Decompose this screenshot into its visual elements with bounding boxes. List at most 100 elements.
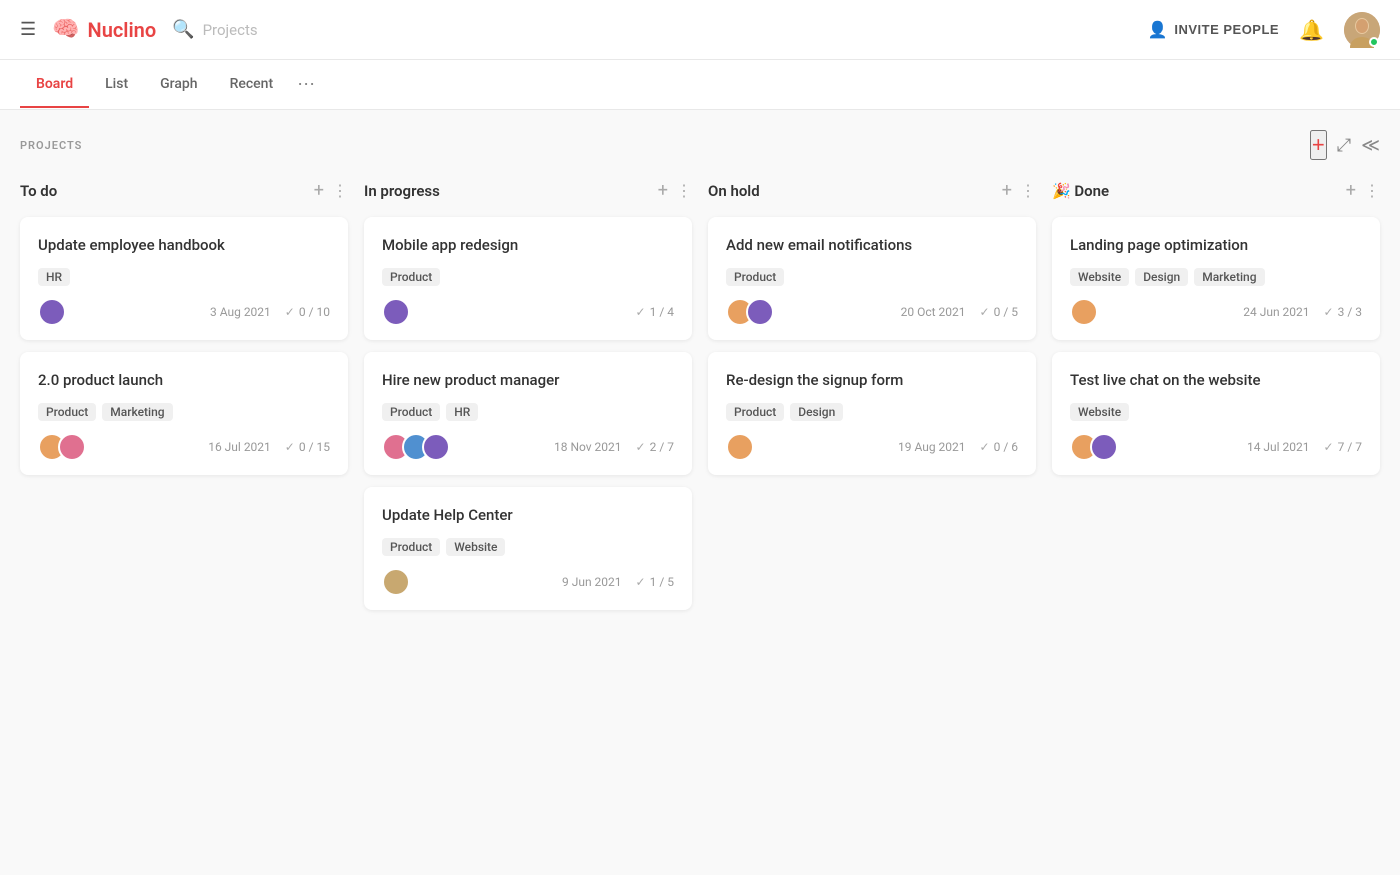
card-tasks: ✓ 3 / 3 bbox=[1324, 305, 1362, 319]
card-avatars bbox=[1070, 298, 1098, 326]
checkmark-icon: ✓ bbox=[980, 305, 990, 319]
column-add-button-todo[interactable]: + bbox=[314, 180, 324, 201]
column-more-button-onhold[interactable]: ⋮ bbox=[1020, 181, 1036, 200]
card[interactable]: Test live chat on the websiteWebsite14 J… bbox=[1052, 352, 1380, 475]
card-tag: Product bbox=[382, 538, 440, 556]
card-meta: 24 Jun 2021 ✓ 3 / 3 bbox=[1243, 305, 1362, 319]
column-header-inprogress: In progress + ⋮ bbox=[364, 176, 692, 205]
card-tasks: ✓ 1 / 5 bbox=[636, 575, 674, 589]
search-area[interactable]: 🔍 Projects bbox=[172, 19, 257, 40]
checkmark-icon: ✓ bbox=[1324, 305, 1334, 319]
card-date: 19 Aug 2021 bbox=[898, 440, 966, 454]
card-tag: Product bbox=[726, 268, 784, 286]
expand-button[interactable]: ⤢ bbox=[1337, 135, 1351, 156]
checkmark-icon: ✓ bbox=[980, 440, 990, 454]
board-area: PROJECTS + ⤢ ≪ To do + ⋮ Update employee… bbox=[0, 110, 1400, 864]
card-avatars bbox=[726, 298, 774, 326]
column-title-inprogress: In progress bbox=[364, 182, 440, 200]
card-tag: Product bbox=[382, 268, 440, 286]
column-title-onhold: On hold bbox=[708, 182, 760, 200]
card-date: 24 Jun 2021 bbox=[1243, 305, 1309, 319]
avatar bbox=[746, 298, 774, 326]
avatar bbox=[1090, 433, 1118, 461]
avatar bbox=[382, 298, 410, 326]
card-footer: 3 Aug 2021 ✓ 0 / 10 bbox=[38, 298, 330, 326]
column-add-button-done[interactable]: + bbox=[1346, 180, 1356, 201]
tab-graph[interactable]: Graph bbox=[144, 62, 213, 108]
card[interactable]: 2.0 product launch ProductMarketing 16 Jul… bbox=[20, 352, 348, 475]
card-tags: Product Website bbox=[382, 538, 674, 556]
card[interactable]: Hire new product managerProductHR18 Nov … bbox=[364, 352, 692, 475]
column-header-todo: To do + ⋮ bbox=[20, 176, 348, 205]
card-title: Mobile app redesign bbox=[382, 235, 674, 256]
card-date: 20 Oct 2021 bbox=[901, 305, 966, 319]
tab-recent[interactable]: Recent bbox=[214, 62, 290, 108]
column-done: 🎉 Done + ⋮ Landing page optimizationWebs… bbox=[1052, 176, 1380, 487]
card-title: 2.0 product launch bbox=[38, 370, 330, 391]
collapse-button[interactable]: ≪ bbox=[1361, 135, 1380, 156]
avatar bbox=[382, 568, 410, 596]
card[interactable]: Landing page optimizationWebsiteDesignMa… bbox=[1052, 217, 1380, 340]
card-meta: 18 Nov 2021✓ 2 / 7 bbox=[554, 440, 674, 454]
card-tags: HR bbox=[38, 268, 330, 286]
card-tags: WebsiteDesignMarketing bbox=[1070, 268, 1362, 286]
tab-board[interactable]: Board bbox=[20, 62, 89, 108]
card-date: 3 Aug 2021 bbox=[210, 305, 271, 319]
card-avatars bbox=[726, 433, 754, 461]
invite-label: INVITE PEOPLE bbox=[1174, 22, 1279, 37]
card-tag: Website bbox=[446, 538, 505, 556]
checkmark-icon: ✓ bbox=[285, 305, 295, 319]
column-more-button-todo[interactable]: ⋮ bbox=[332, 181, 348, 200]
column-title-todo: To do bbox=[20, 182, 57, 200]
checkmark-icon: ✓ bbox=[636, 305, 646, 319]
card-tag: HR bbox=[446, 403, 478, 421]
search-placeholder: Projects bbox=[203, 21, 258, 39]
card-avatars bbox=[382, 568, 410, 596]
notification-bell-icon[interactable]: 🔔 bbox=[1299, 18, 1324, 42]
card-title: Update Help Center bbox=[382, 505, 674, 526]
avatar bbox=[726, 433, 754, 461]
brain-icon: 🧠 bbox=[52, 17, 79, 42]
checkmark-icon: ✓ bbox=[285, 440, 295, 454]
card-tag: Design bbox=[790, 403, 843, 421]
app-header: ☰ 🧠 Nuclino 🔍 Projects 👤 INVITE PEOPLE 🔔 bbox=[0, 0, 1400, 60]
card-avatars bbox=[382, 433, 450, 461]
column-todo: To do + ⋮ Update employee handbookHR3 Au… bbox=[20, 176, 348, 487]
card-tasks: ✓ 0 / 5 bbox=[980, 305, 1018, 319]
card-footer: ✓ 1 / 4 bbox=[382, 298, 674, 326]
card-title: Re-design the signup form bbox=[726, 370, 1018, 391]
card-meta: 14 Jul 2021✓ 7 / 7 bbox=[1247, 440, 1362, 454]
card-avatars bbox=[1070, 433, 1118, 461]
card-tasks: ✓ 0 / 6 bbox=[980, 440, 1018, 454]
card[interactable]: Update Help Center Product Website 9 Jun 20… bbox=[364, 487, 692, 610]
card-tasks: ✓ 0 / 10 bbox=[285, 305, 330, 319]
card[interactable]: Update employee handbookHR3 Aug 2021✓ 0 … bbox=[20, 217, 348, 340]
avatar bbox=[38, 298, 66, 326]
column-add-button-inprogress[interactable]: + bbox=[658, 180, 668, 201]
tab-list[interactable]: List bbox=[89, 62, 144, 108]
invite-people-button[interactable]: 👤 INVITE PEOPLE bbox=[1148, 20, 1279, 40]
column-more-button-done[interactable]: ⋮ bbox=[1364, 181, 1380, 200]
card-date: 16 Jul 2021 bbox=[208, 440, 271, 454]
column-title-done: 🎉 Done bbox=[1052, 182, 1109, 200]
card-meta: 3 Aug 2021 ✓ 0 / 10 bbox=[210, 305, 330, 319]
card-tags: ProductMarketing bbox=[38, 403, 330, 421]
card[interactable]: Re-design the signup formProductDesign19… bbox=[708, 352, 1036, 475]
logo[interactable]: 🧠 Nuclino bbox=[52, 17, 156, 42]
user-avatar-container[interactable] bbox=[1344, 12, 1380, 48]
menu-icon[interactable]: ☰ bbox=[20, 19, 36, 40]
card[interactable]: Add new email notificationsProduct20 Oct… bbox=[708, 217, 1036, 340]
card-footer: 18 Nov 2021✓ 2 / 7 bbox=[382, 433, 674, 461]
column-more-button-inprogress[interactable]: ⋮ bbox=[676, 181, 692, 200]
card-date: 18 Nov 2021 bbox=[554, 440, 622, 454]
column-header-done: 🎉 Done + ⋮ bbox=[1052, 176, 1380, 205]
card-tag: HR bbox=[38, 268, 70, 286]
card-date: 9 Jun 2021 bbox=[562, 575, 622, 589]
column-add-button-onhold[interactable]: + bbox=[1002, 180, 1012, 201]
avatar bbox=[422, 433, 450, 461]
card[interactable]: Mobile app redesign Product ✓ 1 / 4 bbox=[364, 217, 692, 340]
add-column-button[interactable]: + bbox=[1310, 130, 1327, 160]
tab-more-icon[interactable]: ⋯ bbox=[289, 60, 323, 109]
checkmark-icon: ✓ bbox=[636, 440, 646, 454]
card-meta: 9 Jun 2021 ✓ 1 / 5 bbox=[562, 575, 674, 589]
